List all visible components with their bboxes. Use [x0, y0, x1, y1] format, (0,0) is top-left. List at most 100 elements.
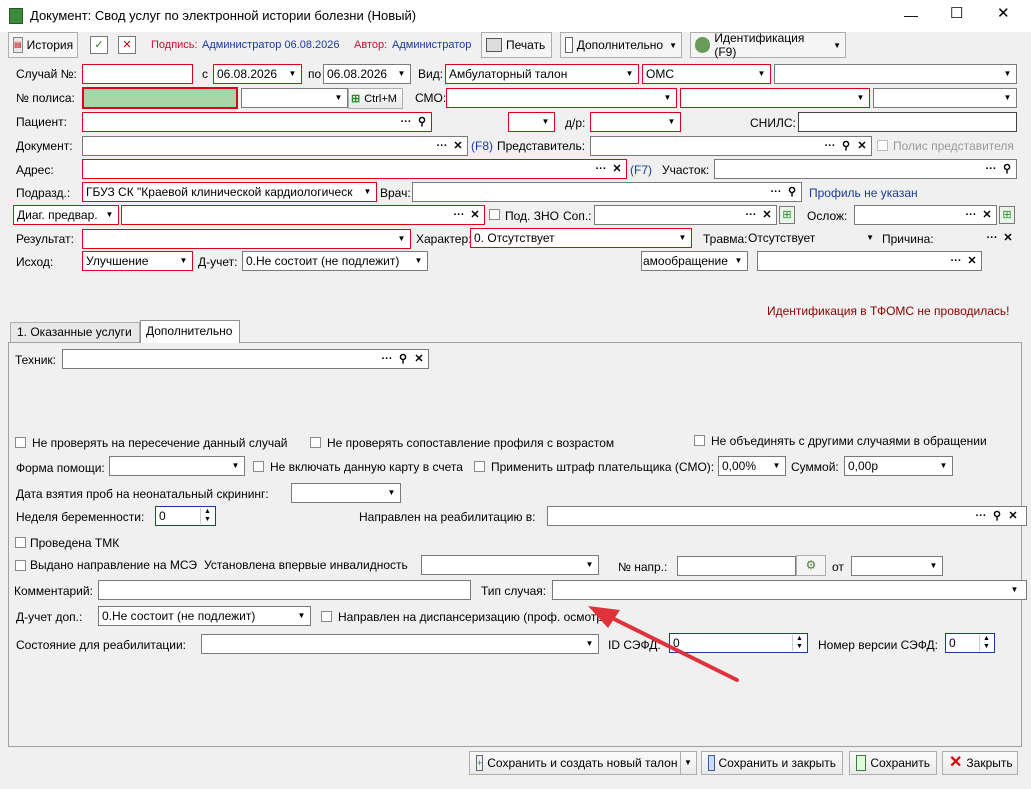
clear-icon[interactable]: ✕ — [451, 138, 465, 154]
penalty-percent-select[interactable]: 0,00% — [718, 456, 786, 476]
diag-select[interactable]: Диаг. предвар. — [13, 205, 119, 225]
sus-zno-checkbox[interactable] — [489, 209, 500, 220]
apply-penalty-checkbox[interactable] — [474, 461, 485, 472]
smo-extra-select[interactable] — [680, 88, 870, 108]
search-icon[interactable]: ⚲ — [990, 508, 1004, 524]
ellipsis-icon[interactable]: ··· — [949, 253, 963, 269]
help-form-select[interactable] — [109, 456, 245, 476]
sop-input[interactable]: ··· ✕ — [594, 205, 777, 225]
ellipsis-icon[interactable]: ··· — [435, 138, 449, 154]
no-merge-checkbox[interactable] — [694, 435, 705, 446]
chevron-down-icon[interactable] — [731, 253, 746, 269]
clear-icon[interactable]: ✕ — [1001, 230, 1015, 246]
sop-add-icon[interactable]: ⊞ — [779, 206, 795, 224]
ref-lookup-icon[interactable]: ⚙ — [796, 555, 826, 576]
close-window-button[interactable]: ✕ — [997, 6, 1010, 22]
chevron-down-icon[interactable] — [754, 66, 769, 82]
document-input[interactable]: ··· ✕ — [82, 136, 468, 156]
chevron-down-icon[interactable] — [769, 458, 784, 474]
neonatal-date-select[interactable] — [291, 483, 401, 503]
ellipsis-icon[interactable]: ··· — [823, 138, 837, 154]
identification-button[interactable]: Идентификация (F9) ▼ — [690, 31, 846, 59]
chevron-down-icon[interactable] — [331, 90, 346, 106]
chevron-down-icon[interactable] — [853, 90, 868, 106]
search-icon[interactable]: ⚲ — [1000, 161, 1014, 177]
chevron-down-icon[interactable] — [228, 458, 243, 474]
ref-date-select[interactable] — [851, 556, 943, 576]
chevron-down-icon[interactable] — [538, 114, 553, 130]
policy-type-select[interactable] — [241, 88, 348, 108]
date-to-input[interactable]: 06.08.2026 — [323, 64, 411, 84]
clear-icon[interactable]: ✕ — [965, 253, 979, 269]
policy-add-button[interactable]: ⊞ Ctrl+M — [348, 88, 403, 109]
dreg-select[interactable]: 0.Не состоит (не подлежит) — [242, 251, 428, 271]
comment-input[interactable] — [98, 580, 471, 600]
search-icon[interactable]: ⚲ — [839, 138, 853, 154]
history-button[interactable]: ▤ История — [8, 32, 78, 58]
spinner-arrows-icon[interactable]: ▲ ▼ — [792, 635, 806, 651]
chevron-down-icon[interactable] — [1000, 66, 1015, 82]
chevron-down-icon[interactable] — [1007, 582, 1022, 598]
save-new-button[interactable]: + Сохранить и создать новый талон — [469, 751, 681, 775]
dob-input[interactable] — [590, 112, 681, 132]
oslozh-add-icon[interactable]: ⊞ — [999, 206, 1015, 224]
address-input[interactable]: ··· ✕ — [82, 159, 627, 179]
patient-input[interactable]: ··· ⚲ — [82, 112, 432, 132]
date-from-input[interactable]: 06.08.2026 — [213, 64, 302, 84]
trauma-select[interactable]: Отсутствует ▼ — [748, 229, 876, 249]
chevron-down-icon[interactable] — [936, 458, 951, 474]
chevron-down-icon[interactable] — [1000, 90, 1015, 106]
dreg-extra-select[interactable]: 0.Не состоит (не подлежит) — [98, 606, 311, 626]
chevron-down-icon[interactable] — [926, 558, 941, 574]
ellipsis-icon[interactable]: ··· — [974, 508, 988, 524]
patient-gender-select[interactable] — [508, 112, 555, 132]
outcome-select[interactable]: Улучшение — [82, 251, 193, 271]
clear-icon[interactable]: ✕ — [610, 161, 624, 177]
chevron-down-icon[interactable] — [582, 557, 597, 573]
maximize-button[interactable]: ☐ — [950, 6, 963, 22]
character-select[interactable]: 0. Отсутствует — [470, 228, 692, 248]
sign-icon[interactable]: ✓ — [90, 36, 108, 54]
reason-input[interactable]: ··· ✕ — [938, 229, 1017, 249]
chevron-down-icon[interactable] — [360, 184, 375, 200]
spinner-arrows-icon[interactable]: ▲ ▼ — [979, 635, 993, 651]
chevron-down-icon[interactable] — [384, 485, 399, 501]
more-button[interactable]: Дополнительно ▼ — [560, 32, 682, 58]
search-icon[interactable]: ⚲ — [415, 114, 429, 130]
chevron-down-icon[interactable] — [622, 66, 637, 82]
chevron-down-icon[interactable] — [411, 253, 426, 269]
mse-checkbox[interactable] — [15, 560, 26, 571]
chevron-down-icon[interactable] — [176, 253, 191, 269]
clear-icon[interactable]: ✕ — [1006, 508, 1020, 524]
case-type-select[interactable] — [552, 580, 1027, 600]
ellipsis-icon[interactable]: ··· — [769, 184, 783, 200]
save-button[interactable]: Сохранить — [849, 751, 937, 775]
no-cross-check-checkbox[interactable] — [15, 437, 26, 448]
search-icon[interactable]: ⚲ — [396, 351, 410, 367]
smo-region-select[interactable] — [873, 88, 1017, 108]
payment-extra-select[interactable] — [774, 64, 1017, 84]
smo-select[interactable] — [446, 88, 677, 108]
ellipsis-icon[interactable]: ··· — [452, 207, 466, 223]
clear-icon[interactable]: ✕ — [855, 138, 869, 154]
snils-input[interactable] — [798, 112, 1017, 132]
policy-input[interactable] — [82, 87, 238, 109]
unsign-icon[interactable]: ✕ — [118, 36, 136, 54]
tmk-checkbox[interactable] — [15, 537, 26, 548]
dispensary-checkbox[interactable] — [321, 611, 332, 622]
tab-services[interactable]: 1. Оказанные услуги — [10, 322, 140, 342]
representative-input[interactable]: ··· ⚲ ✕ — [590, 136, 872, 156]
rehab-state-select[interactable] — [201, 634, 599, 654]
chevron-down-icon[interactable] — [102, 207, 117, 223]
chevron-down-icon[interactable] — [660, 90, 675, 106]
sum-select[interactable]: 0,00р — [844, 456, 953, 476]
close-button[interactable]: ✕ Закрыть — [942, 751, 1018, 775]
ellipsis-icon[interactable]: ··· — [964, 207, 978, 223]
chevron-down-icon[interactable] — [664, 114, 679, 130]
search-icon[interactable]: ⚲ — [785, 184, 799, 200]
chevron-down-icon[interactable] — [285, 66, 300, 82]
doctor-input[interactable]: ··· ⚲ — [412, 182, 802, 202]
ellipsis-icon[interactable]: ··· — [985, 230, 999, 246]
result-select[interactable] — [82, 229, 411, 249]
clear-icon[interactable]: ✕ — [760, 207, 774, 223]
